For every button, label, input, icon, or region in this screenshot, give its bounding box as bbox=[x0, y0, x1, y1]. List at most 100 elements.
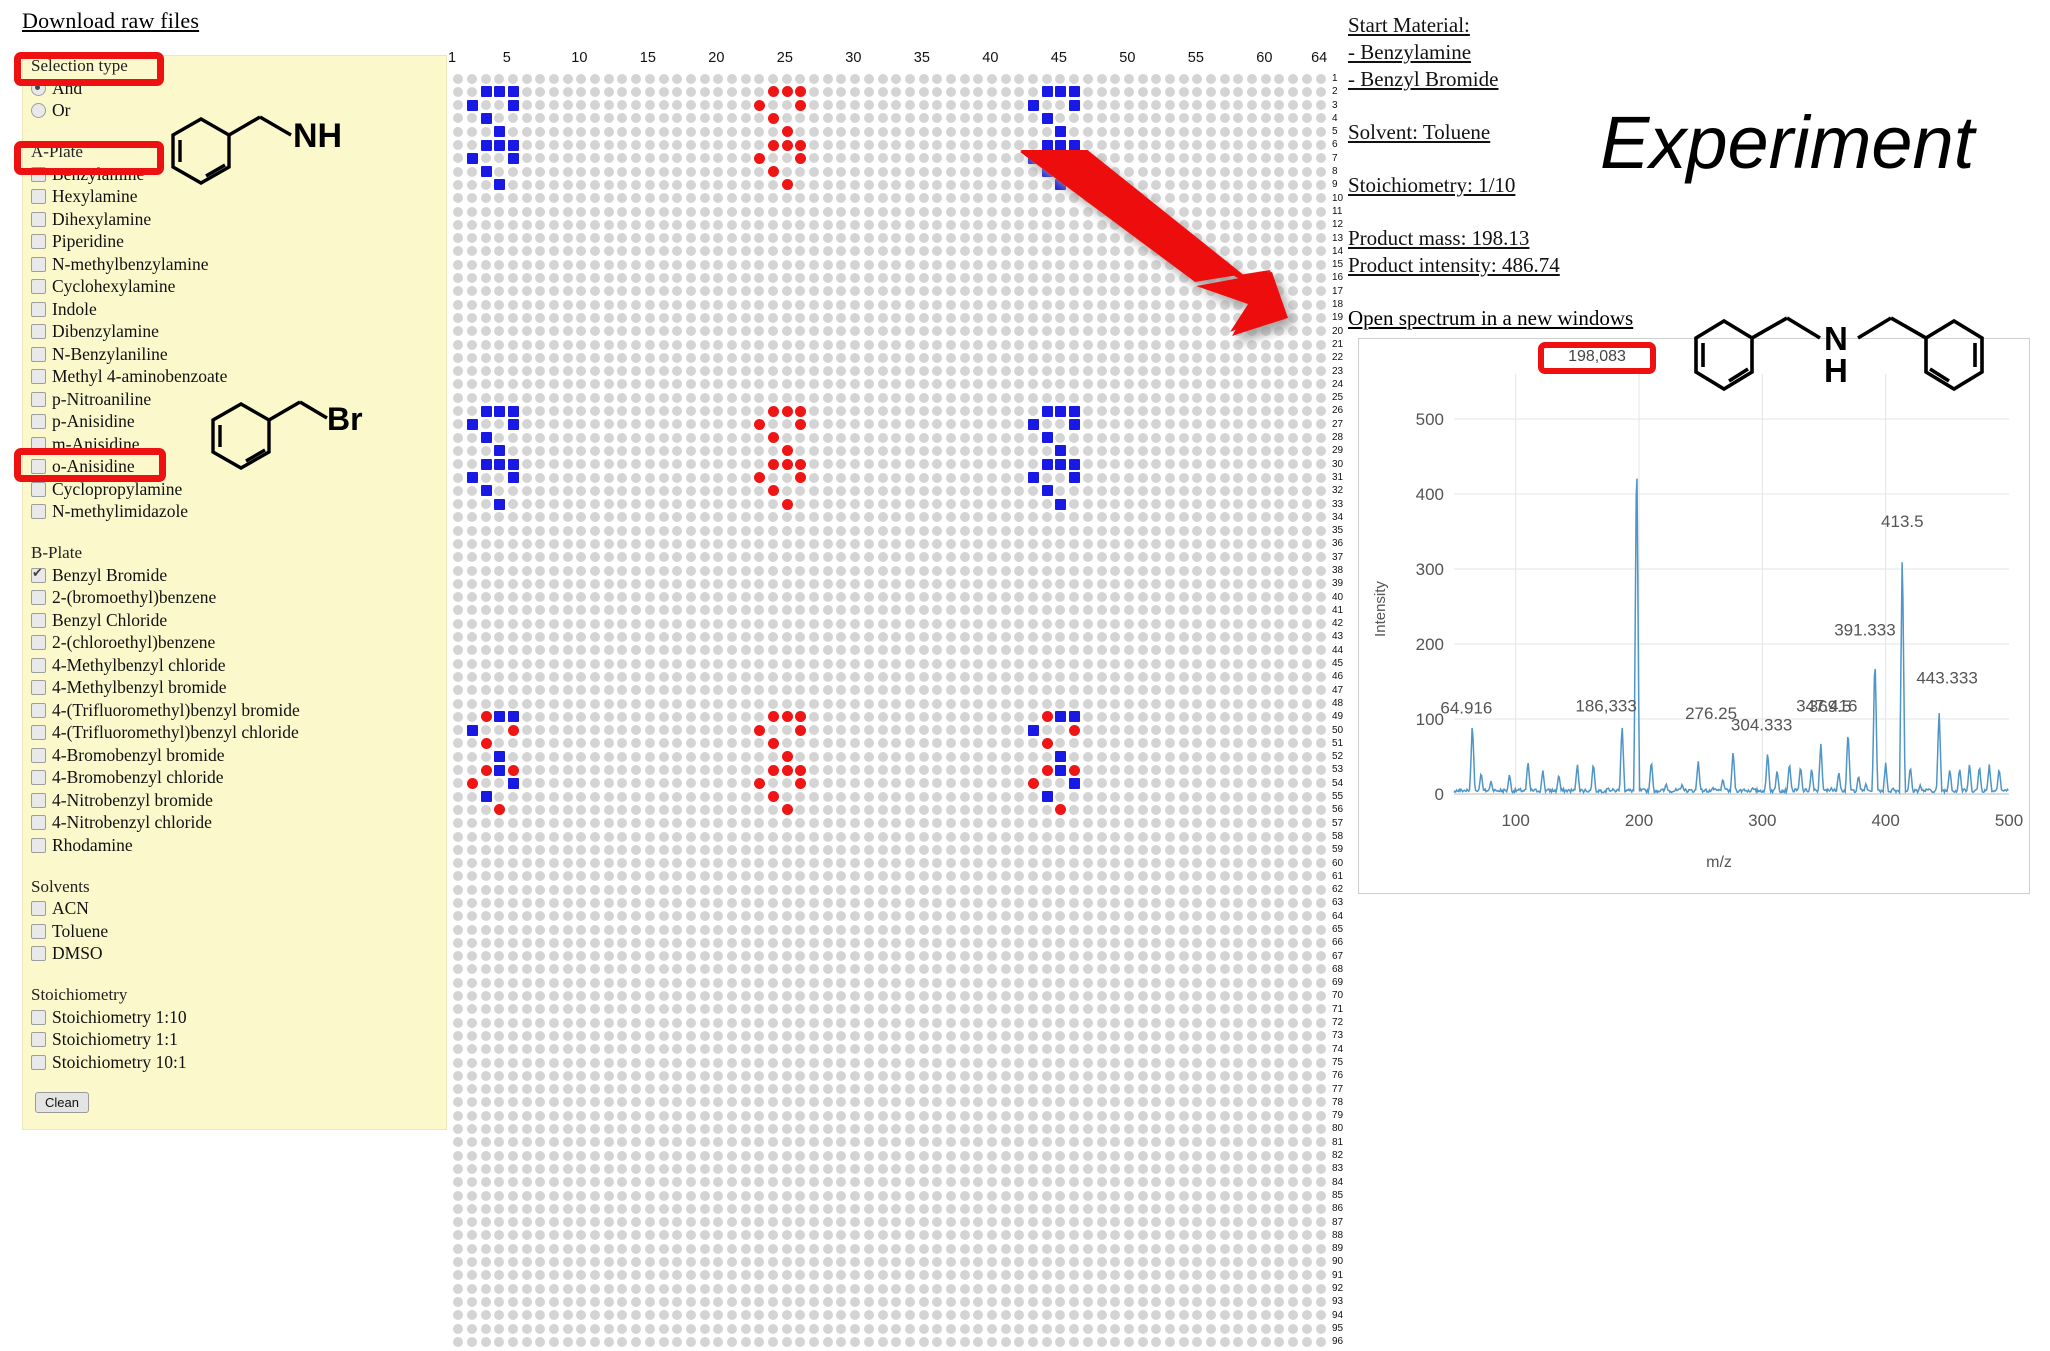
plate-well[interactable] bbox=[1151, 565, 1162, 576]
plate-well[interactable] bbox=[932, 578, 943, 589]
plate-well[interactable] bbox=[453, 419, 464, 430]
plate-well[interactable] bbox=[617, 352, 628, 363]
plate-well[interactable] bbox=[521, 73, 532, 84]
plate-well[interactable] bbox=[1000, 804, 1011, 815]
plate-well[interactable] bbox=[1206, 871, 1216, 882]
plate-well[interactable] bbox=[863, 618, 874, 629]
checkbox-icon[interactable] bbox=[31, 612, 46, 628]
plate-well[interactable] bbox=[658, 765, 669, 776]
plate-well[interactable] bbox=[850, 499, 861, 510]
plate-well[interactable] bbox=[740, 352, 751, 363]
plate-well[interactable] bbox=[1041, 1004, 1052, 1015]
plate-well[interactable] bbox=[1055, 299, 1066, 310]
plate-well[interactable] bbox=[891, 286, 902, 297]
plate-well[interactable] bbox=[836, 472, 847, 483]
plate-well[interactable] bbox=[863, 1044, 874, 1055]
plate-well[interactable] bbox=[562, 286, 573, 297]
plate-well[interactable] bbox=[576, 392, 587, 403]
plate-well[interactable] bbox=[836, 1017, 847, 1028]
plate-well[interactable] bbox=[740, 858, 751, 869]
plate-well[interactable] bbox=[1206, 366, 1216, 377]
plate-well[interactable] bbox=[781, 804, 793, 816]
plate-well[interactable] bbox=[494, 858, 505, 869]
plate-well[interactable] bbox=[603, 898, 614, 908]
plate-well[interactable] bbox=[1301, 605, 1312, 616]
plate-well[interactable] bbox=[1123, 565, 1134, 576]
plate-well[interactable] bbox=[932, 858, 943, 869]
plate-well[interactable] bbox=[521, 924, 532, 935]
plate-well[interactable] bbox=[535, 685, 546, 696]
plate-well[interactable] bbox=[603, 366, 614, 377]
plate-well[interactable] bbox=[1000, 1004, 1011, 1015]
plate-well[interactable] bbox=[494, 911, 505, 922]
plate-well[interactable] bbox=[850, 259, 861, 270]
plate-well[interactable] bbox=[795, 366, 806, 377]
plate-well[interactable] bbox=[1151, 578, 1162, 589]
plate-well[interactable] bbox=[453, 1057, 464, 1068]
plate-well[interactable] bbox=[1041, 552, 1052, 563]
plate-well[interactable] bbox=[603, 432, 614, 443]
plate-well[interactable] bbox=[1110, 86, 1121, 97]
plate-well[interactable] bbox=[685, 100, 696, 111]
plate-well[interactable] bbox=[1274, 898, 1285, 908]
plate-well[interactable] bbox=[685, 578, 696, 589]
plate-well[interactable] bbox=[1192, 273, 1203, 284]
plate-well[interactable] bbox=[549, 86, 559, 97]
plate-well[interactable] bbox=[959, 73, 970, 84]
plate-well[interactable] bbox=[809, 219, 820, 230]
plate-well[interactable] bbox=[836, 366, 847, 377]
plate-well[interactable] bbox=[1110, 538, 1121, 549]
plate-well[interactable] bbox=[685, 844, 696, 855]
plate-well[interactable] bbox=[877, 977, 888, 988]
plate-well[interactable] bbox=[1028, 605, 1039, 616]
plate-well[interactable] bbox=[1233, 299, 1244, 310]
plate-well[interactable] bbox=[1219, 977, 1230, 988]
plate-well[interactable] bbox=[1206, 951, 1216, 962]
plate-well[interactable] bbox=[1206, 126, 1216, 137]
plate-well[interactable] bbox=[658, 578, 669, 589]
plate-well[interactable] bbox=[672, 459, 683, 470]
plate-well[interactable] bbox=[1014, 485, 1025, 496]
plate-well[interactable] bbox=[631, 219, 642, 230]
plate-well[interactable] bbox=[1206, 140, 1216, 151]
plate-well[interactable] bbox=[713, 671, 724, 682]
plate-well[interactable] bbox=[549, 632, 559, 643]
plate-well[interactable] bbox=[1123, 86, 1134, 97]
plate-well[interactable] bbox=[1274, 499, 1285, 510]
plate-well[interactable] bbox=[658, 126, 669, 137]
plate-well[interactable] bbox=[1028, 1044, 1039, 1055]
plate-well[interactable] bbox=[1192, 1057, 1203, 1068]
plate-well[interactable] bbox=[1301, 352, 1312, 363]
plate-well[interactable] bbox=[836, 552, 847, 563]
plate-well[interactable] bbox=[904, 1017, 915, 1028]
plate-well[interactable] bbox=[754, 1017, 765, 1028]
plate-well[interactable] bbox=[1151, 632, 1162, 643]
plate-well[interactable] bbox=[973, 459, 984, 470]
plate-well[interactable] bbox=[1028, 844, 1039, 855]
plate-well[interactable] bbox=[891, 352, 902, 363]
plate-well[interactable] bbox=[987, 1030, 997, 1041]
plate-well[interactable] bbox=[521, 605, 532, 616]
plate-well[interactable] bbox=[590, 219, 601, 230]
plate-well[interactable] bbox=[480, 871, 491, 882]
plate-well[interactable] bbox=[932, 871, 943, 882]
plate-well[interactable] bbox=[1178, 73, 1189, 84]
plate-well[interactable] bbox=[1164, 618, 1175, 629]
plate-well[interactable] bbox=[1288, 977, 1299, 988]
plate-well[interactable] bbox=[1274, 632, 1285, 643]
plate-well[interactable] bbox=[685, 326, 696, 337]
plate-well[interactable] bbox=[726, 592, 737, 603]
plate-well[interactable] bbox=[549, 592, 559, 603]
plate-well[interactable] bbox=[877, 153, 888, 164]
plate-well[interactable] bbox=[795, 99, 807, 111]
plate-well[interactable] bbox=[877, 259, 888, 270]
plate-well[interactable] bbox=[1274, 406, 1285, 417]
plate-well[interactable] bbox=[836, 499, 847, 510]
plate-well[interactable] bbox=[562, 911, 573, 922]
plate-well[interactable] bbox=[918, 485, 929, 496]
plate-well[interactable] bbox=[713, 1017, 724, 1028]
plate-well[interactable] bbox=[1219, 884, 1230, 895]
plate-well[interactable] bbox=[1247, 592, 1258, 603]
plate-well[interactable] bbox=[549, 193, 559, 204]
plate-well[interactable] bbox=[549, 538, 559, 549]
